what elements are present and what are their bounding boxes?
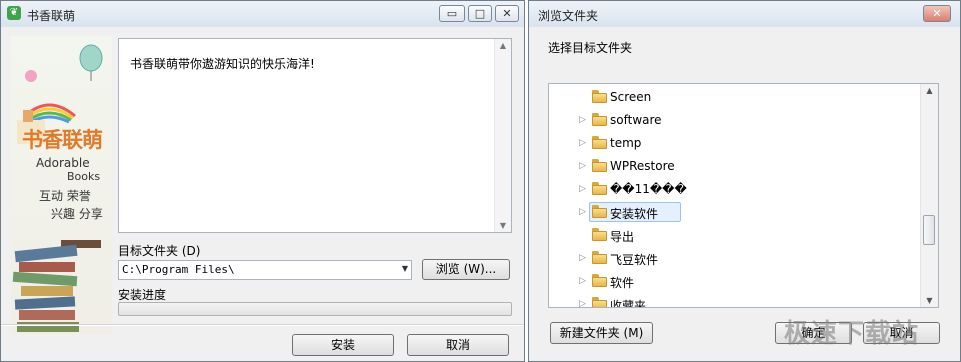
folder-tree-item[interactable]: Screen (549, 87, 919, 109)
divider (1, 324, 524, 326)
install-progress-bar (118, 302, 512, 316)
folder-icon (592, 205, 607, 218)
browse-dialog: 浏览文件夹 ✕ 选择目标文件夹 Screen ▷ software ▷ temp ▷ WPR… (528, 0, 961, 362)
folder-tree-item[interactable]: 导出 (549, 225, 919, 247)
folder-tree-item[interactable]: ▷ WPRestore (549, 156, 919, 178)
installer-cancel-button[interactable]: 取消 (407, 334, 509, 356)
side-tagline-2: Books (67, 170, 101, 183)
installer-window: ❦ 书香联萌 ▭ □ ✕ 书香联萌 Adorable Books 互动 荣誉 兴… (0, 0, 525, 362)
description-box: 书香联萌带你遨游知识的快乐海洋! ▲ ▼ (118, 38, 512, 233)
tree-scroll-thumb[interactable] (923, 215, 935, 245)
folder-tree-item[interactable]: ▷ 飞豆软件 (549, 248, 919, 270)
browse-cancel-button[interactable]: 取消 (863, 322, 940, 344)
installer-client: 书香联萌 Adorable Books 互动 荣誉 兴趣 分享 书香联萌带你遨游… (1, 27, 524, 361)
side-tagline-1: Adorable (36, 156, 90, 170)
new-folder-button[interactable]: 新建文件夹 (M) (550, 322, 653, 344)
expand-arrow-icon[interactable]: ▷ (579, 276, 586, 286)
install-button[interactable]: 安装 (292, 334, 394, 356)
side-illustration (12, 44, 103, 332)
expand-arrow-icon[interactable]: ▷ (579, 299, 586, 307)
folder-icon (592, 274, 607, 287)
expand-arrow-icon[interactable]: ▷ (579, 207, 586, 217)
side-panel: 书香联萌 Adorable Books 互动 荣誉 兴趣 分享 (11, 36, 112, 334)
browse-ok-button[interactable]: 确定 (775, 322, 852, 344)
installer-titlebar: ❦ 书香联萌 ▭ □ ✕ (1, 1, 524, 27)
maximize-button[interactable]: □ (468, 5, 492, 22)
folder-icon (592, 182, 607, 195)
side-logo: 书香联萌 (22, 128, 103, 152)
target-folder-path[interactable]: C:\Program Files\ (122, 263, 235, 276)
expand-arrow-icon[interactable]: ▷ (579, 115, 586, 125)
expand-arrow-icon[interactable]: ▷ (579, 138, 586, 148)
browse-prompt: 选择目标文件夹 (548, 41, 633, 55)
tree-scroll-up-icon[interactable]: ▲ (921, 86, 938, 95)
dropdown-arrow-icon[interactable]: ▼ (402, 264, 408, 273)
folder-name[interactable]: 飞豆软件 (610, 251, 658, 268)
folder-name[interactable]: Screen (610, 90, 651, 104)
folder-icon (592, 251, 607, 264)
folder-name[interactable]: temp (610, 136, 641, 150)
target-folder-combobox[interactable]: C:\Program Files\ ▼ (118, 260, 412, 280)
folder-icon (592, 90, 607, 103)
browse-title: 浏览文件夹 (538, 9, 599, 23)
minimize-button[interactable]: ▭ (439, 5, 465, 22)
tree-scroll-down-icon[interactable]: ▼ (921, 296, 938, 305)
browse-close-button[interactable]: ✕ (923, 5, 951, 22)
side-tags-1: 互动 荣誉 (39, 189, 91, 203)
expand-arrow-icon[interactable]: ▷ (579, 253, 586, 263)
installer-close-button[interactable]: ✕ (495, 5, 519, 22)
progress-label: 安装进度 (118, 288, 167, 302)
folder-name[interactable]: software (610, 113, 662, 127)
side-tags-2: 兴趣 分享 (51, 207, 103, 221)
folder-icon (592, 297, 607, 307)
tree-scrollbar[interactable]: ▲ ▼ (920, 84, 938, 307)
expand-arrow-icon[interactable]: ▷ (579, 161, 586, 171)
browse-titlebar: 浏览文件夹 ✕ (529, 1, 960, 27)
folder-name[interactable]: 软件 (610, 274, 634, 291)
folder-name[interactable]: ��11��� (610, 182, 687, 196)
folder-tree-item[interactable]: ▷ ��11��� (549, 179, 919, 201)
description-text: 书香联萌带你遨游知识的快乐海洋! (130, 57, 315, 71)
description-scrollbar[interactable]: ▲ ▼ (494, 39, 511, 232)
folder-tree-item[interactable]: ▷ 收藏夹 (549, 294, 919, 307)
browse-button[interactable]: 浏览 (W)... (422, 259, 510, 280)
folder-icon (592, 228, 607, 241)
folder-icon (592, 159, 607, 172)
app-logo-icon: ❦ (7, 6, 21, 20)
installer-title: 书香联萌 (27, 9, 76, 23)
folder-tree[interactable]: Screen ▷ software ▷ temp ▷ WPRestore ▷ ��11��� ▷ 安… (548, 83, 939, 308)
scroll-up-arrow-icon[interactable]: ▲ (495, 41, 511, 50)
folder-name[interactable]: WPRestore (610, 159, 675, 173)
browse-client: 选择目标文件夹 Screen ▷ software ▷ temp ▷ WPRestore ▷ �… (529, 27, 960, 361)
folder-tree-item[interactable]: ▷ 安装软件 (549, 202, 919, 224)
folder-icon (592, 136, 607, 149)
scroll-down-arrow-icon[interactable]: ▼ (495, 221, 511, 230)
expand-arrow-icon[interactable]: ▷ (579, 184, 586, 194)
folder-name[interactable]: 安装软件 (610, 205, 658, 222)
folder-tree-item[interactable]: ▷ temp (549, 133, 919, 155)
folder-name[interactable]: 收藏夹 (610, 297, 646, 307)
folder-name[interactable]: 导出 (610, 228, 634, 245)
target-folder-label: 目标文件夹 (D) (118, 244, 201, 258)
folder-tree-item[interactable]: ▷ 软件 (549, 271, 919, 293)
folder-tree-item[interactable]: ▷ software (549, 110, 919, 132)
folder-tree-rows: Screen ▷ software ▷ temp ▷ WPRestore ▷ ��11��� ▷ 安… (549, 87, 921, 307)
folder-icon (592, 113, 607, 126)
